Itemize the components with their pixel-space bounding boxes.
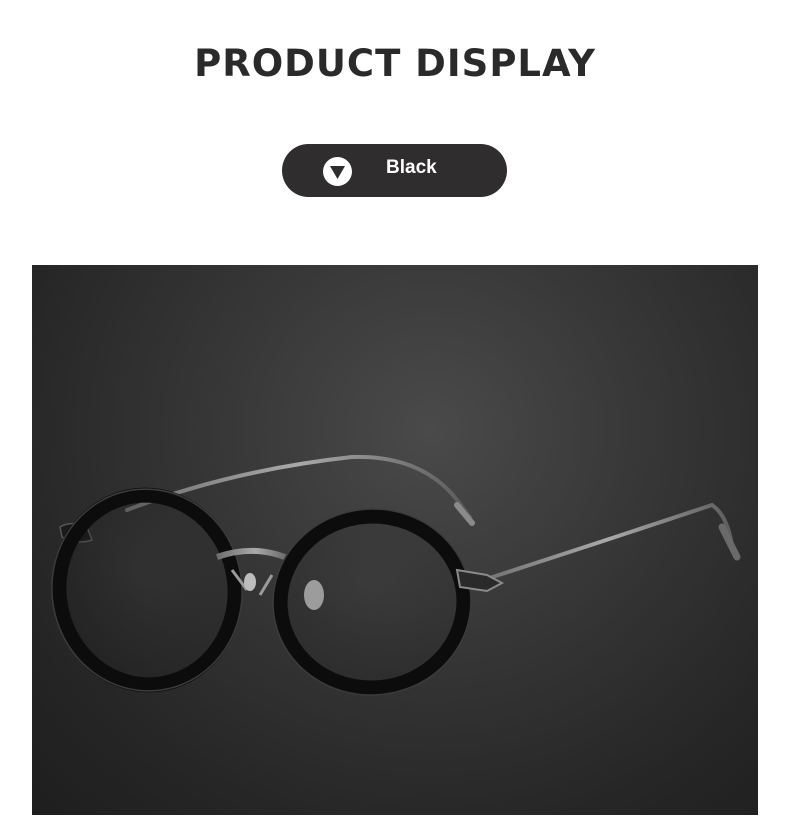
color-option-label: Black bbox=[386, 157, 437, 178]
page-title: PRODUCT DISPLAY bbox=[194, 42, 596, 85]
eyeglasses-image bbox=[51, 454, 741, 696]
product-photo bbox=[32, 265, 758, 815]
triangle-down-icon bbox=[323, 157, 352, 186]
color-option-button[interactable]: Black bbox=[282, 144, 507, 197]
